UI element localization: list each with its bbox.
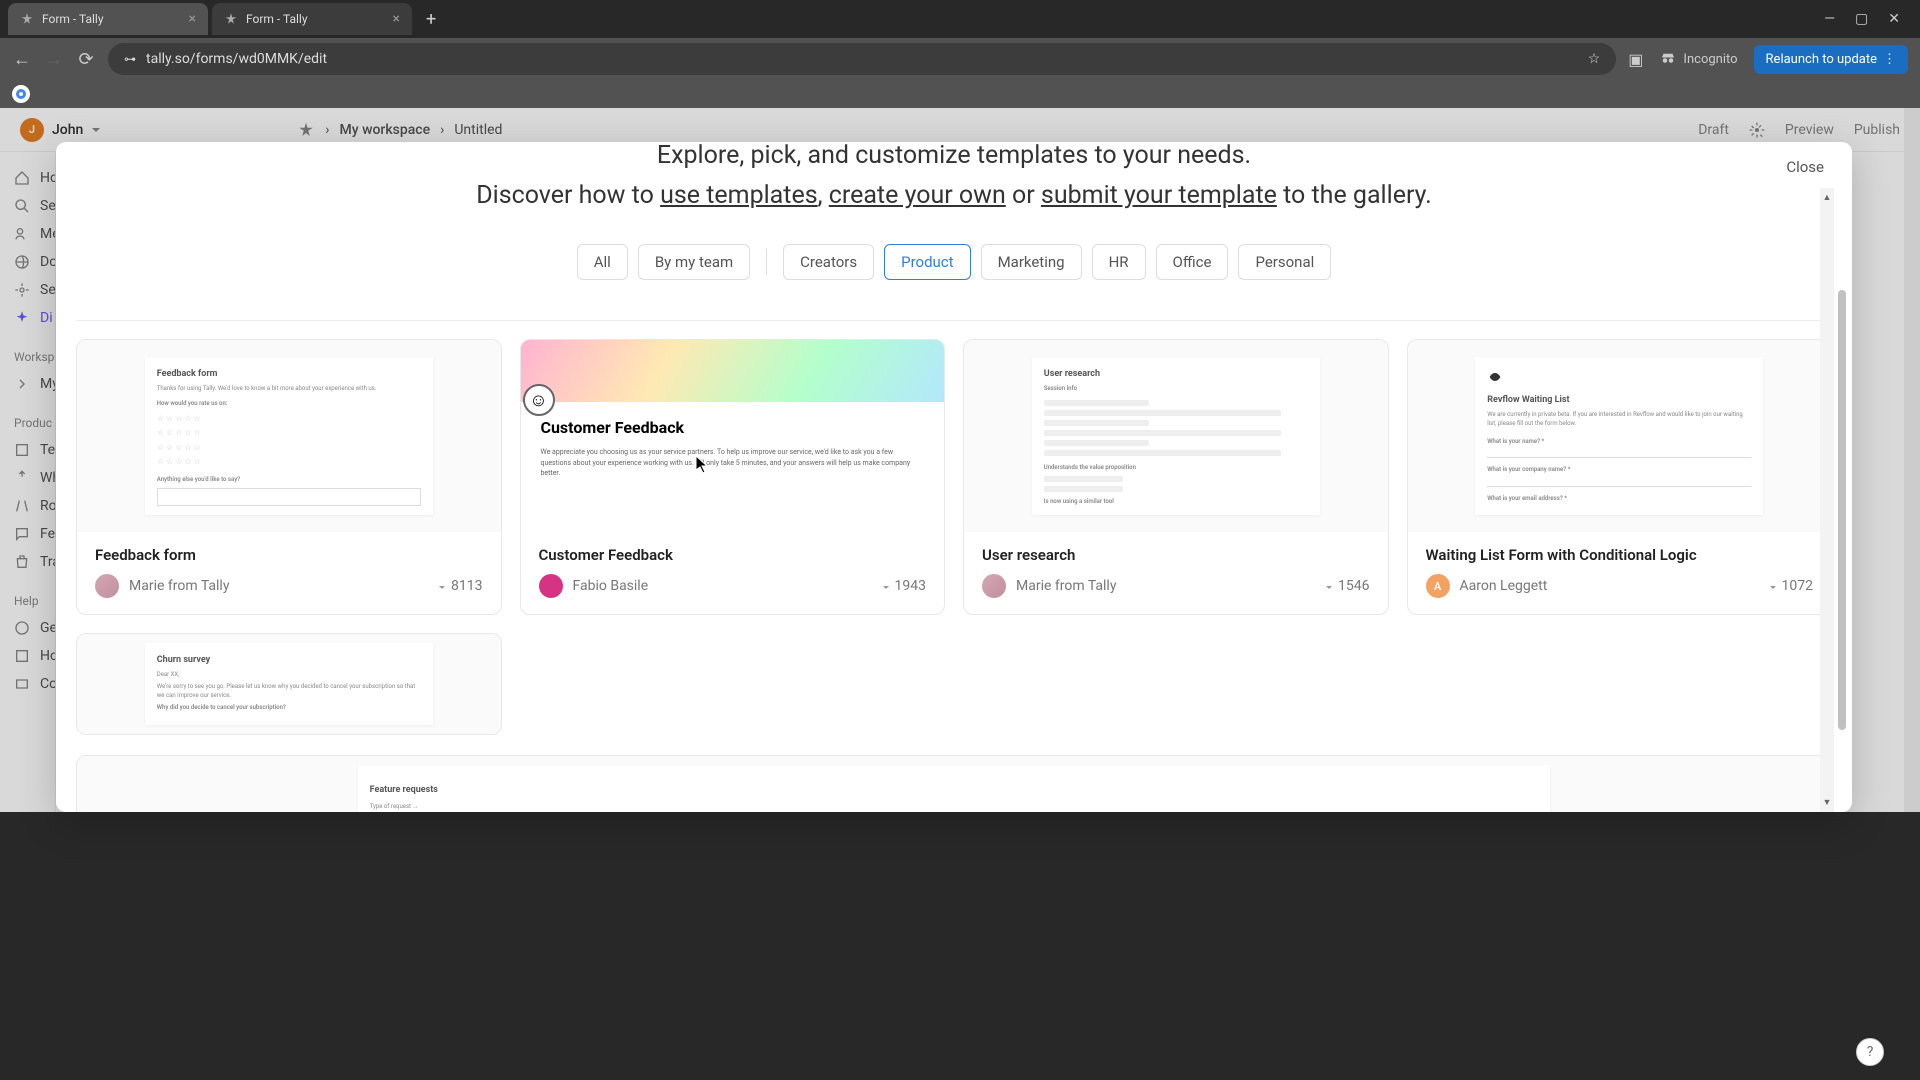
site-info-icon[interactable]: ⊶ (124, 52, 136, 66)
card-preview: User research Session info Understands t… (964, 340, 1388, 532)
url-text: tally.so/forms/wd0MMK/edit (146, 51, 327, 67)
card-preview: ☺ Customer Feedback We appreciate you ch… (521, 340, 945, 532)
address-bar: ← → ⟳ ⊶ tally.so/forms/wd0MMK/edit ☆ ▣ I… (0, 38, 1920, 80)
card-title: User research (982, 546, 1370, 564)
scroll-down-icon[interactable]: ▼ (1823, 797, 1832, 808)
reload-button[interactable]: ⟳ (76, 49, 96, 70)
author-name: Marie from Tally (129, 578, 229, 594)
scroll-up-icon[interactable]: ▲ (1823, 192, 1832, 203)
incognito-badge: Incognito (1659, 50, 1737, 68)
author-avatar (982, 574, 1006, 598)
download-icon (437, 581, 447, 591)
extensions-icon[interactable]: ▣ (1628, 50, 1643, 69)
author-name: Aaron Leggett (1460, 578, 1548, 594)
filter-product[interactable]: Product (884, 244, 970, 280)
link-submit-template[interactable]: submit your template (1041, 181, 1277, 210)
card-preview: Feedback form Thanks for using Tally. We… (77, 340, 501, 532)
incognito-icon (1659, 50, 1677, 68)
hero-text: Explore, pick, and customize templates t… (76, 142, 1832, 244)
link-create-own[interactable]: create your own (829, 181, 1006, 210)
close-button[interactable]: Close (1786, 158, 1824, 176)
download-count: 8113 (437, 578, 482, 594)
tab-title: Form - Tally (42, 12, 104, 26)
browser-tab-2[interactable]: Form - Tally × (212, 3, 412, 35)
filter-divider (766, 249, 767, 275)
close-window-icon[interactable]: ✕ (1888, 11, 1900, 27)
template-card-churn[interactable]: Churn surveyDear XX,We're sorry to see y… (76, 633, 502, 735)
download-count: 1072 (1768, 578, 1813, 594)
modal-scrollbar-track[interactable] (1838, 190, 1846, 800)
download-icon (1324, 581, 1334, 591)
filter-office[interactable]: Office (1156, 244, 1229, 280)
smile-icon: ☺ (523, 384, 555, 416)
filter-personal[interactable]: Personal (1238, 244, 1331, 280)
author-name: Marie from Tally (1016, 578, 1116, 594)
card-title: Waiting List Form with Conditional Logic (1426, 546, 1814, 564)
author-avatar (539, 574, 563, 598)
filter-creators[interactable]: Creators (783, 244, 874, 280)
filter-hr[interactable]: HR (1092, 244, 1146, 280)
download-icon (1768, 581, 1778, 591)
card-title: Customer Feedback (539, 546, 927, 564)
forward-button[interactable]: → (44, 49, 64, 70)
modal-scrollbar[interactable]: ▲ ▼ (1820, 188, 1834, 812)
template-card-customer-feedback[interactable]: ☺ Customer Feedback We appreciate you ch… (520, 339, 946, 615)
minimize-icon[interactable]: — (1824, 11, 1835, 27)
filter-row: All By my team Creators Product Marketin… (76, 244, 1832, 280)
menu-dots-icon: ⋮ (1883, 52, 1896, 67)
tally-favicon (20, 12, 34, 26)
card-preview: Churn surveyDear XX,We're sorry to see y… (77, 634, 501, 734)
filter-by-team[interactable]: By my team (638, 244, 750, 280)
scrollbar-thumb[interactable] (1838, 290, 1846, 730)
template-card-user-research[interactable]: User research Session info Understands t… (963, 339, 1389, 615)
close-icon[interactable]: × (189, 11, 196, 27)
revflow-logo-icon (1487, 369, 1503, 385)
url-input[interactable]: ⊶ tally.so/forms/wd0MMK/edit ☆ (108, 43, 1616, 75)
link-use-templates[interactable]: use templates (660, 181, 818, 210)
maximize-icon[interactable]: ▢ (1855, 11, 1868, 27)
browser-tab-1[interactable]: Form - Tally × (8, 3, 208, 35)
author-avatar: A (1426, 574, 1450, 598)
template-card-feedback-form[interactable]: Feedback form Thanks for using Tally. We… (76, 339, 502, 615)
tab-bar: Form - Tally × Form - Tally × + — ▢ ✕ (0, 0, 1920, 38)
relaunch-label: Relaunch to update (1766, 52, 1877, 67)
relaunch-button[interactable]: Relaunch to update ⋮ (1754, 45, 1908, 74)
download-icon (881, 581, 891, 591)
download-count: 1546 (1324, 578, 1369, 594)
download-count: 1943 (881, 578, 926, 594)
author-name: Fabio Basile (573, 578, 649, 594)
template-grid: Feedback form Thanks for using Tally. We… (76, 339, 1832, 755)
new-tab-button[interactable]: + (416, 9, 446, 30)
tab-title: Form - Tally (246, 12, 308, 26)
bookmark-icon[interactable]: ☆ (1588, 51, 1601, 67)
incognito-label: Incognito (1683, 52, 1737, 67)
card-preview: Feature requestsType of request → (77, 756, 1831, 812)
author-avatar (95, 574, 119, 598)
hero-line2: Discover how to use templates, create yo… (76, 176, 1832, 216)
card-preview: Revflow Waiting List We are currently in… (1408, 340, 1832, 532)
card-title: Feedback form (95, 546, 483, 564)
templates-modal: Close ▲ ▼ Explore, pick, and customize t… (56, 142, 1852, 812)
hero-line1: Explore, pick, and customize templates t… (76, 142, 1832, 176)
back-button[interactable]: ← (12, 49, 32, 70)
bookmarks-bar (0, 80, 1920, 108)
window-controls: — ▢ ✕ (1824, 11, 1912, 27)
close-icon[interactable]: × (393, 11, 400, 27)
filter-all[interactable]: All (577, 244, 628, 280)
help-button[interactable]: ? (1856, 1038, 1884, 1066)
tally-favicon (224, 12, 238, 26)
template-card-waiting-list[interactable]: Revflow Waiting List We are currently in… (1407, 339, 1833, 615)
google-bookmark[interactable] (12, 85, 30, 103)
template-card-feature[interactable]: Feature requestsType of request → (76, 755, 1832, 812)
filter-marketing[interactable]: Marketing (981, 244, 1082, 280)
